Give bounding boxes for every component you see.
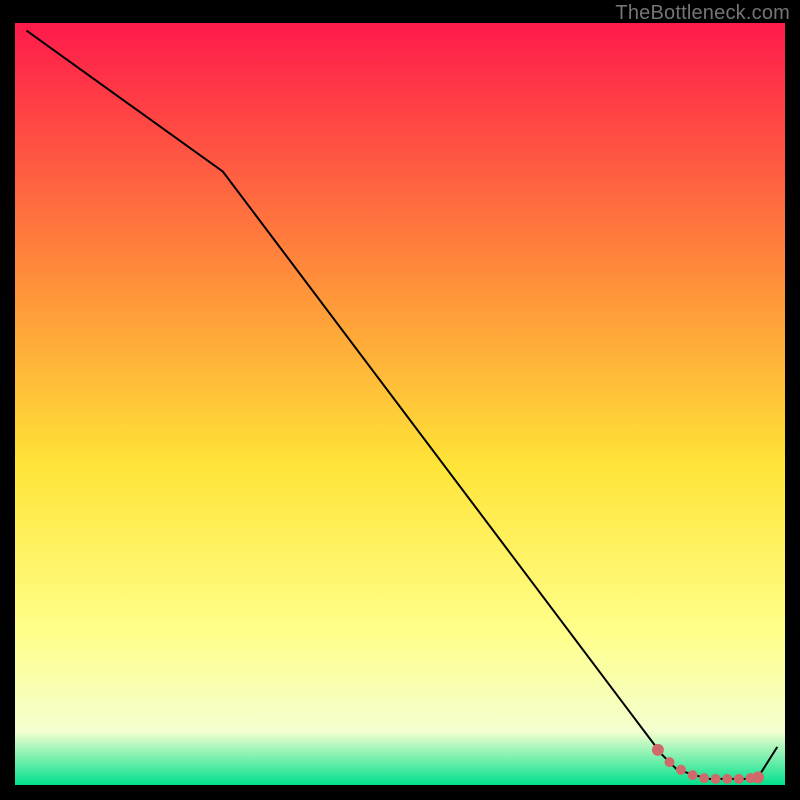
- highlight-dot: [665, 757, 675, 767]
- highlight-dot: [699, 773, 709, 783]
- chart-stage: TheBottleneck.com: [0, 0, 800, 800]
- attribution-text: TheBottleneck.com: [615, 2, 790, 25]
- gradient-plot-background: [15, 23, 785, 785]
- highlight-dot: [734, 774, 744, 784]
- highlight-dot: [752, 771, 764, 783]
- highlight-dot: [688, 770, 698, 780]
- highlight-dot: [652, 744, 664, 756]
- bottleneck-chart: [0, 0, 800, 800]
- highlight-dot: [711, 774, 721, 784]
- highlight-dot: [722, 774, 732, 784]
- highlight-dot: [676, 765, 686, 775]
